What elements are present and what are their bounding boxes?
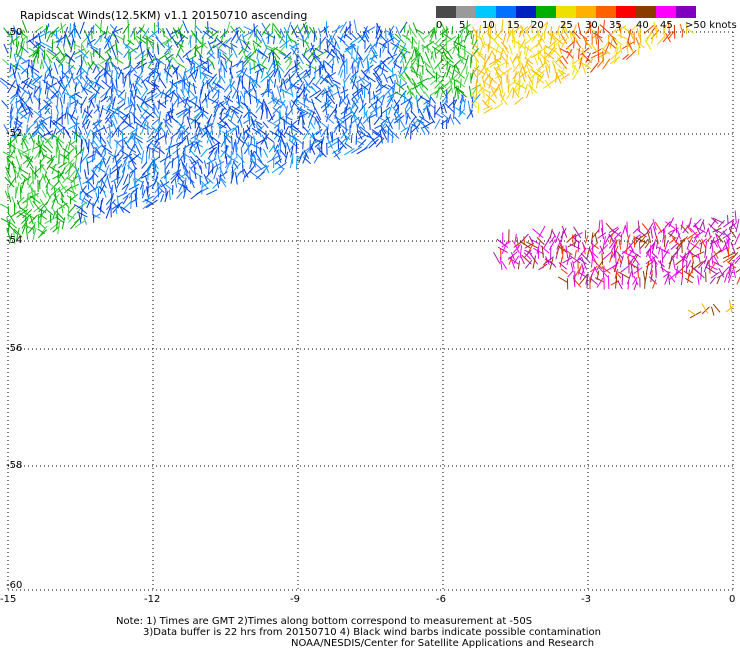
colorbar-swatch [676,6,696,18]
colorbar-swatch [516,6,536,18]
colorbar-swatch [476,6,496,18]
y-tick-label: -60 [6,580,23,591]
x-tick-label: -6 [436,594,446,605]
y-tick-label: -58 [6,460,23,471]
x-tick-label: -15 [0,594,17,605]
colorbar-swatch [576,6,596,18]
colorbar-label-40: 40 [636,20,649,31]
colorbar-label-30: 30 [585,20,598,31]
colorbar-label-35: 35 [609,20,622,31]
colorbar-swatch [536,6,556,18]
x-tick-label: -9 [290,594,300,605]
colorbar [436,6,696,18]
wind-barbs [0,18,740,319]
colorbar-label-10: 10 [482,20,495,31]
x-tick-label: 0 [729,594,736,605]
note-line-2: 3)Data buffer is 22 hrs from 20150710 4)… [143,627,601,638]
y-tick-label: -56 [6,343,23,354]
x-tick-label: -3 [581,594,591,605]
colorbar-label-0: 0 [436,20,443,31]
colorbar-swatch [436,6,456,18]
colorbar-label-5: 5 [459,20,466,31]
x-tick-label: -12 [144,594,161,605]
colorbar-swatch [556,6,576,18]
colorbar-label-20: 20 [531,20,544,31]
colorbar-swatch [616,6,636,18]
colorbar-label-45: 45 [660,20,673,31]
colorbar-swatch [636,6,656,18]
colorbar-swatch [456,6,476,18]
note-line-1: Note: 1) Times are GMT 2)Times along bot… [116,616,533,627]
y-tick-label: -54 [6,235,23,246]
colorbar-swatch [496,6,516,18]
y-tick-label: -50 [6,27,23,38]
plot-title: Rapidscat Winds(12.5KM) v1.1 20150710 as… [20,9,308,22]
note-line-3: NOAA/NESDIS/Center for Satellite Applica… [291,638,595,649]
colorbar-swatch [656,6,676,18]
wind-plot [0,6,740,591]
colorbar-swatch [596,6,616,18]
colorbar-label-50: >50 knots [685,20,737,31]
colorbar-label-15: 15 [507,20,520,31]
colorbar-label-25: 25 [560,20,573,31]
y-tick-label: -52 [6,128,23,139]
